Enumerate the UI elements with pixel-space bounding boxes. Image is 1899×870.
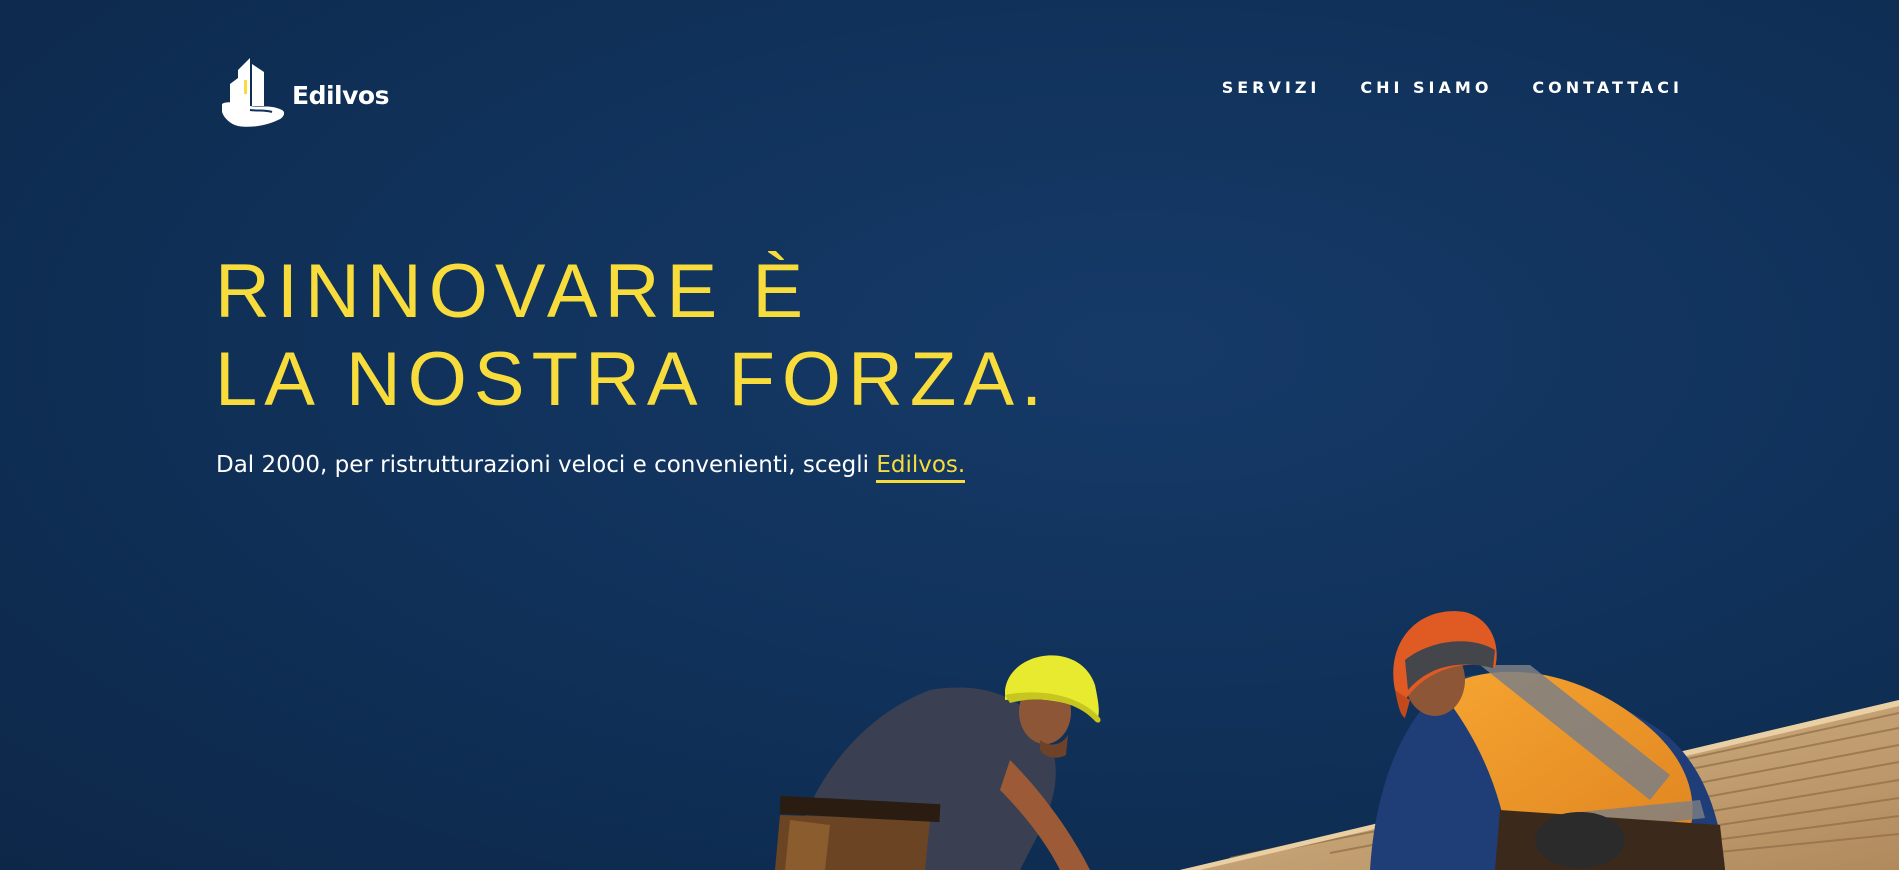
hero-title-line-1: RINNOVARE È [215,249,811,334]
main-nav: SERVIZI CHI SIAMO CONTATTACI [1222,78,1683,97]
brand-name: Edilvos [292,80,389,110]
building-hand-icon [220,54,288,132]
hero-title-line-2: LA NOSTRA FORZA. [215,337,1050,422]
site-header: Edilvos SERVIZI CHI SIAMO CONTATTACI [0,0,1899,180]
worker-yellow-helmet [775,655,1101,870]
hero-subtitle-text: Dal 2000, per ristrutturazioni veloci e … [216,452,877,478]
nav-item-chi-siamo[interactable]: CHI SIAMO [1360,78,1492,97]
nav-item-contattaci[interactable]: CONTATTACI [1532,78,1683,97]
logo-link[interactable]: Edilvos [220,54,389,132]
nav-item-servizi[interactable]: SERVIZI [1222,78,1321,97]
hero-title: RINNOVARE È LA NOSTRA FORZA. [215,248,1049,424]
hero-brand-link[interactable]: Edilvos. [876,452,966,483]
page: Edilvos SERVIZI CHI SIAMO CONTATTACI RIN… [0,0,1899,870]
worker-orange-helmet [1370,611,1725,870]
roof-tiles [1180,700,1899,870]
hero-subtitle: Dal 2000, per ristrutturazioni veloci e … [216,452,966,483]
